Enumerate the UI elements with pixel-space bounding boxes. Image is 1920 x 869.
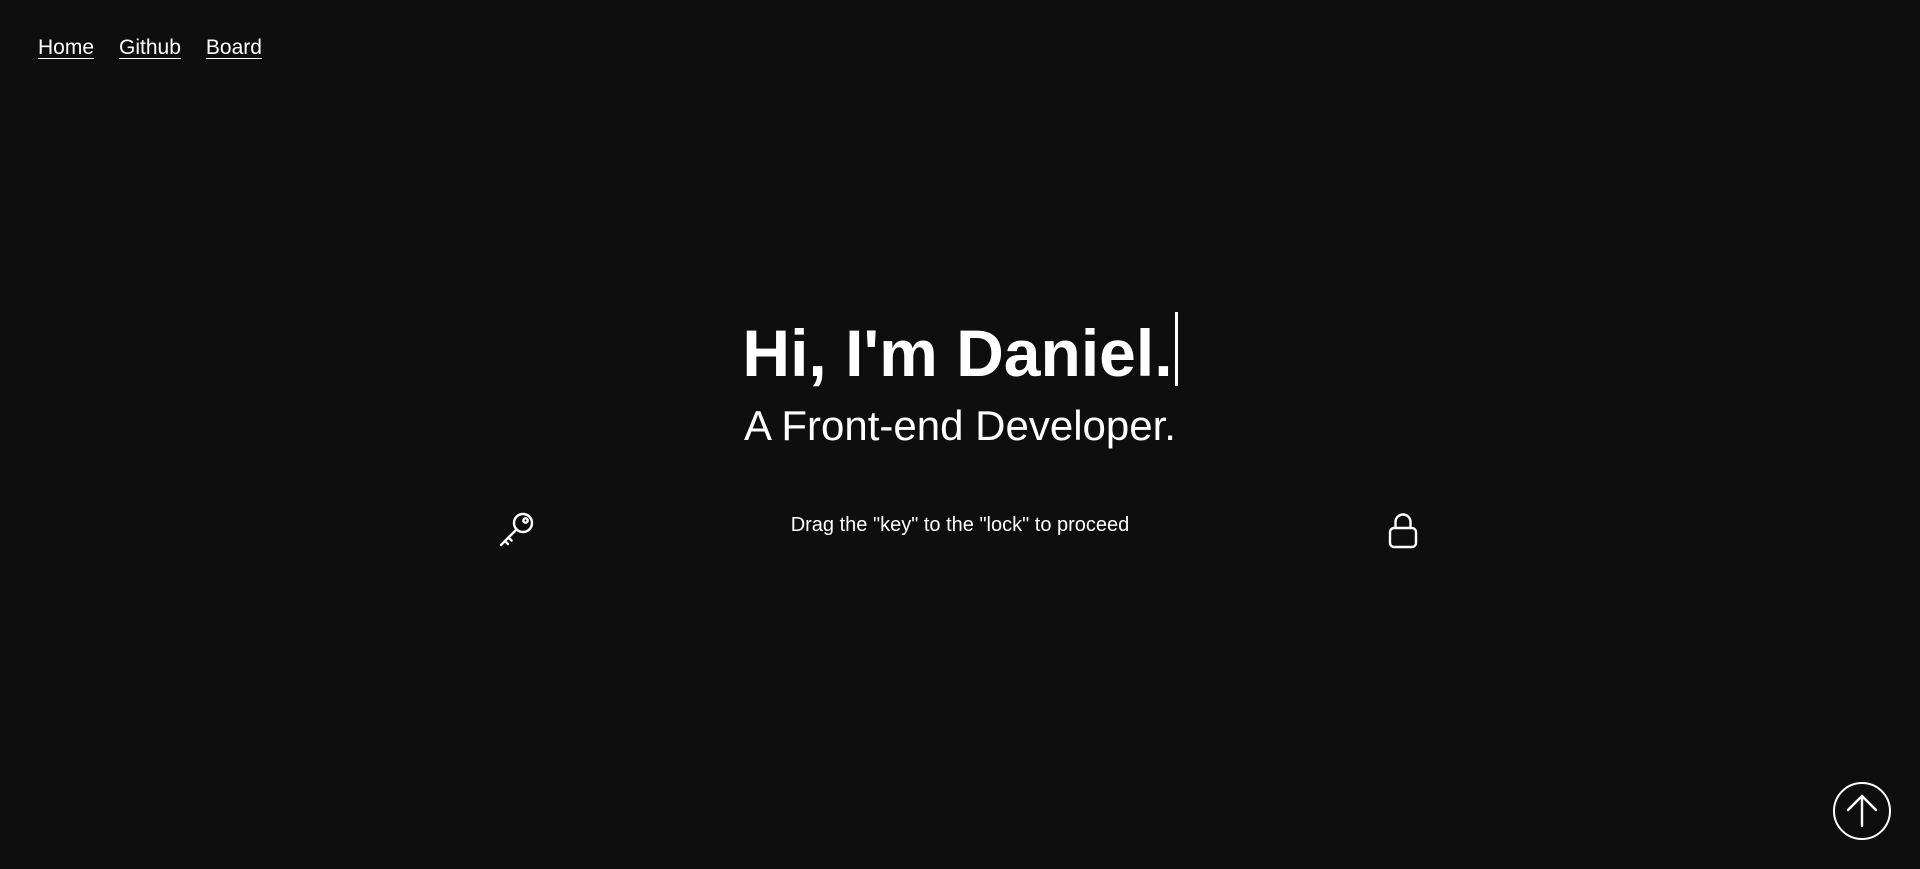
hero: Hi, I'm Daniel. A Front-end Developer. bbox=[0, 308, 1920, 456]
unlock-row: Drag the "key" to the "lock" to proceed bbox=[0, 504, 1920, 554]
scroll-to-top-button[interactable] bbox=[1833, 782, 1891, 840]
hero-subtitle: A Front-end Developer. bbox=[744, 402, 1176, 449]
page: Home Github Board Hi, I'm Daniel. A Fron… bbox=[0, 0, 1920, 869]
hero-title-wrap: Hi, I'm Daniel. bbox=[0, 308, 1920, 398]
nav-link-board[interactable]: Board bbox=[206, 36, 262, 60]
unlock-hint: Drag the "key" to the "lock" to proceed bbox=[790, 514, 1130, 536]
nav-link-home[interactable]: Home bbox=[38, 36, 94, 60]
hero-title: Hi, I'm Daniel. bbox=[742, 316, 1173, 390]
nav-link-github[interactable]: Github bbox=[119, 36, 181, 60]
arrow-up-icon bbox=[1845, 793, 1879, 829]
lock-icon[interactable] bbox=[1388, 512, 1418, 550]
top-nav: Home Github Board bbox=[38, 36, 262, 60]
typing-caret bbox=[1174, 312, 1178, 386]
